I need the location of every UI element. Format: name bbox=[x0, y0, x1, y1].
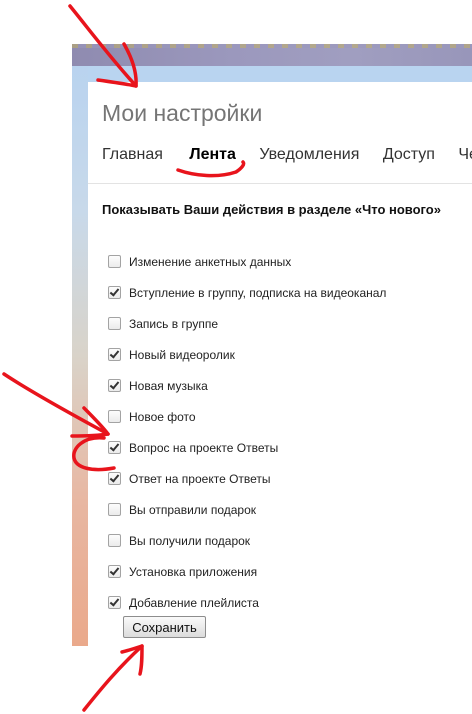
feed-options-list: Изменение анкетных данных Вступление в гр… bbox=[108, 246, 386, 618]
option-label[interactable]: Вопрос на проекте Ответы bbox=[129, 441, 278, 455]
option-row: Вступление в группу, подписка на видеока… bbox=[108, 277, 386, 308]
option-label[interactable]: Вы отправили подарок bbox=[129, 503, 256, 517]
option-checkbox[interactable] bbox=[108, 472, 121, 485]
option-row: Изменение анкетных данных bbox=[108, 246, 386, 277]
option-checkbox[interactable] bbox=[108, 348, 121, 361]
option-row: Вы получили подарок bbox=[108, 525, 386, 556]
section-title: Показывать Ваши действия в разделе «Что … bbox=[102, 202, 441, 217]
page-title: Мои настройки bbox=[102, 100, 263, 126]
option-label[interactable]: Новое фото bbox=[129, 410, 196, 424]
settings-panel: Мои настройки Главная Лента Уведомления … bbox=[88, 82, 472, 646]
option-checkbox[interactable] bbox=[108, 317, 121, 330]
tab-main[interactable]: Главная bbox=[102, 146, 163, 164]
header-band bbox=[72, 66, 472, 82]
tab-feed[interactable]: Лента bbox=[189, 146, 236, 164]
window-title-strip bbox=[72, 44, 472, 66]
option-label[interactable]: Изменение анкетных данных bbox=[129, 255, 291, 269]
option-checkbox[interactable] bbox=[108, 596, 121, 609]
option-row: Новое фото bbox=[108, 401, 386, 432]
option-checkbox[interactable] bbox=[108, 286, 121, 299]
option-row: Запись в группе bbox=[108, 308, 386, 339]
option-label[interactable]: Ответ на проекте Ответы bbox=[129, 472, 271, 486]
option-checkbox[interactable] bbox=[108, 379, 121, 392]
option-label[interactable]: Новый видеоролик bbox=[129, 348, 235, 362]
settings-tabs: Главная Лента Уведомления Доступ Че bbox=[102, 146, 472, 164]
background-gradient-strip bbox=[72, 66, 88, 646]
option-checkbox[interactable] bbox=[108, 534, 121, 547]
tab-truncated[interactable]: Че bbox=[458, 146, 472, 164]
save-button[interactable]: Сохранить bbox=[123, 616, 206, 638]
option-label[interactable]: Добавление плейлиста bbox=[129, 596, 259, 610]
option-label[interactable]: Запись в группе bbox=[129, 317, 218, 331]
option-row: Новый видеоролик bbox=[108, 339, 386, 370]
tab-access[interactable]: Доступ bbox=[383, 146, 435, 164]
option-checkbox[interactable] bbox=[108, 410, 121, 423]
option-label[interactable]: Новая музыка bbox=[129, 379, 208, 393]
option-row: Новая музыка bbox=[108, 370, 386, 401]
option-checkbox[interactable] bbox=[108, 503, 121, 516]
option-row: Установка приложения bbox=[108, 556, 386, 587]
tab-notifications[interactable]: Уведомления bbox=[259, 146, 359, 164]
option-row: Вопрос на проекте Ответы bbox=[108, 432, 386, 463]
option-row: Вы отправили подарок bbox=[108, 494, 386, 525]
option-row: Добавление плейлиста bbox=[108, 587, 386, 618]
arrow-bottom-head bbox=[120, 644, 144, 676]
option-label[interactable]: Установка приложения bbox=[129, 565, 257, 579]
option-row: Ответ на проекте Ответы bbox=[108, 463, 386, 494]
option-checkbox[interactable] bbox=[108, 441, 121, 454]
arrow-bottom bbox=[82, 644, 144, 712]
option-label[interactable]: Вступление в группу, подписка на видеока… bbox=[129, 286, 386, 300]
tabs-divider bbox=[88, 183, 472, 184]
option-label[interactable]: Вы получили подарок bbox=[129, 534, 250, 548]
option-checkbox[interactable] bbox=[108, 565, 121, 578]
option-checkbox[interactable] bbox=[108, 255, 121, 268]
